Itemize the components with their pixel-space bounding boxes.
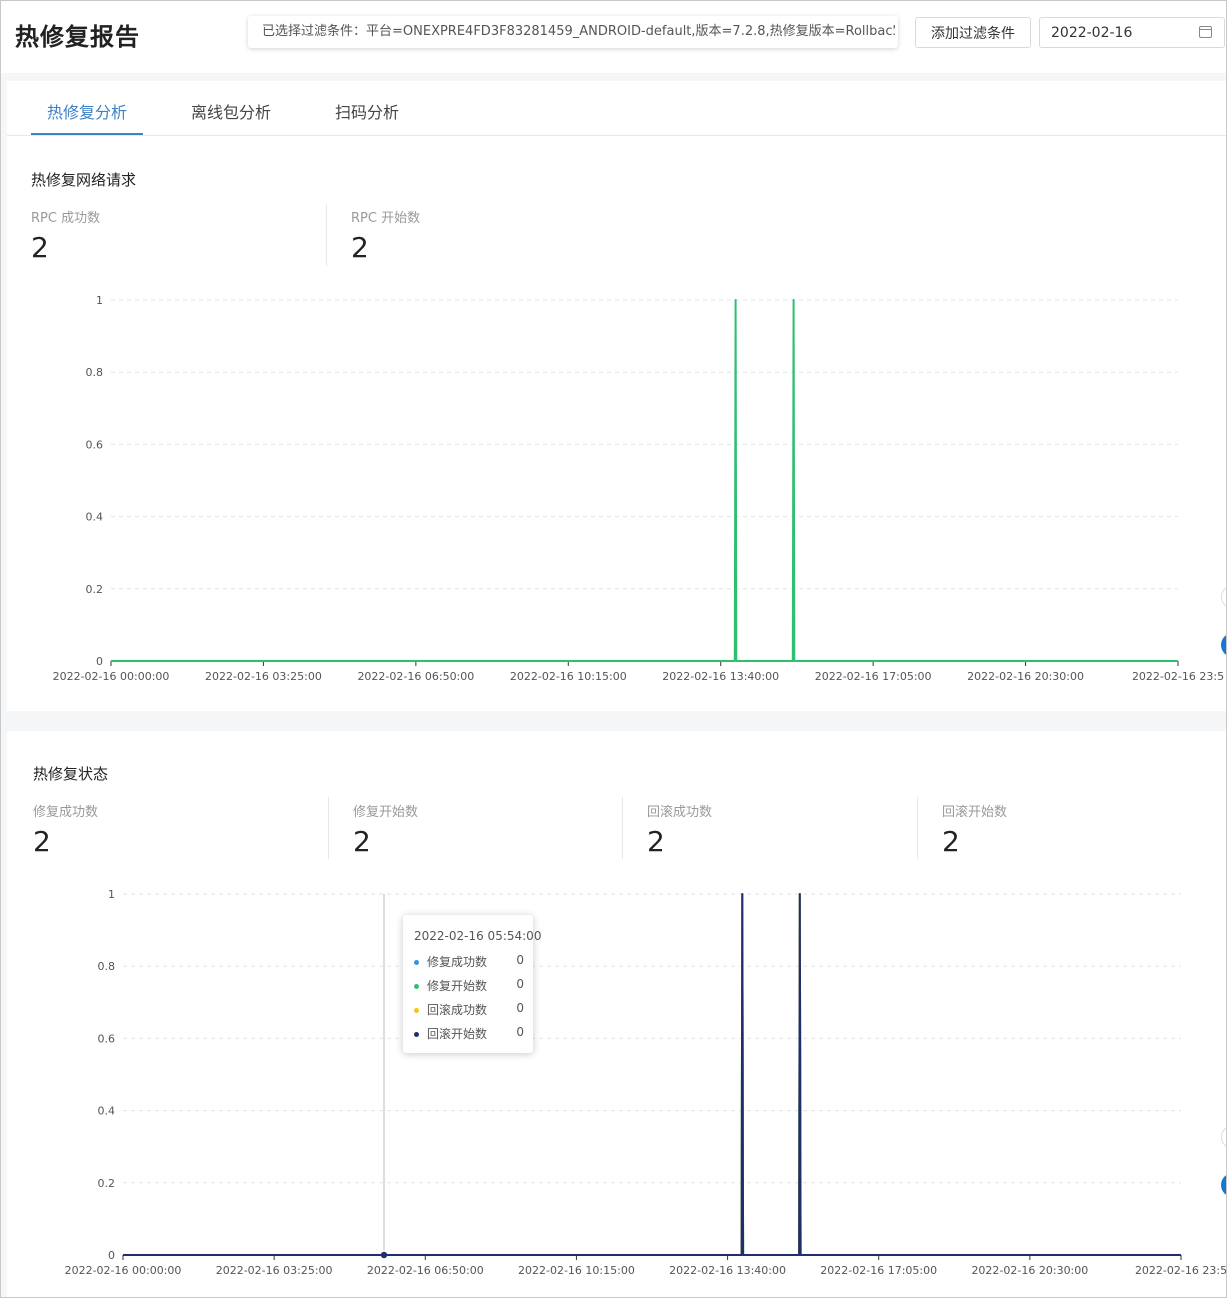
stat-value: 2 [33, 825, 51, 858]
tooltip-series-name: 修复成功数 [427, 955, 488, 969]
stat-value: 2 [942, 825, 960, 858]
add-filter-button[interactable]: 添加过滤条件 [915, 17, 1031, 48]
network-request-panel: 热修复分析 离线包分析 扫码分析 热修复网络请求 RPC 成功数 2 RPC 开… [7, 81, 1226, 711]
stat-value: 2 [353, 825, 371, 858]
tooltip-row: 回滚成功数 0 [414, 1001, 524, 1021]
stat-divider [326, 204, 327, 266]
tooltip-time: 2022-02-16 05:54:00 [414, 929, 542, 943]
analysis-tabs: 热修复分析 离线包分析 扫码分析 [7, 81, 1226, 136]
tooltip-series-name: 修复开始数 [427, 979, 488, 993]
stat-label: 修复开始数 [353, 805, 419, 820]
status-section-title: 热修复状态 [33, 765, 109, 783]
stat-label: 回滚成功数 [647, 805, 713, 820]
series-dot [414, 984, 419, 989]
tab-offline-package-analysis[interactable]: 离线包分析 [191, 99, 271, 123]
tooltip-series-value: 0 [516, 1001, 524, 1015]
series-dot [414, 1032, 419, 1037]
tooltip-series-value: 0 [516, 1025, 524, 1039]
app-frame: 热修复报告 已选择过滤条件：平台=ONEXPRE4FD3F83281459_AN… [0, 0, 1227, 1298]
tab-hotfix-analysis[interactable]: 热修复分析 [47, 99, 127, 123]
stat-value: 2 [647, 825, 665, 858]
tooltip-series-name: 回滚成功数 [427, 1003, 488, 1017]
tooltip-row: 回滚开始数 0 [414, 1025, 524, 1045]
calendar-icon[interactable] [1199, 26, 1212, 38]
stat-label: 修复成功数 [33, 805, 99, 820]
chart-tooltip: 2022-02-16 05:54:00 修复成功数 0 修复开始数 0 回滚成功… [403, 915, 541, 1053]
network-section-title: 热修复网络请求 [31, 171, 137, 189]
tooltip-row: 修复成功数 0 [414, 953, 524, 973]
series-dot [414, 1008, 419, 1013]
tooltip-row: 修复开始数 0 [414, 977, 524, 997]
page-title: 热修复报告 [15, 23, 140, 51]
stat-label: 回滚开始数 [942, 805, 1008, 820]
stat-label: RPC 开始数 [351, 211, 421, 226]
stat-label: RPC 成功数 [31, 211, 101, 226]
stat-divider [622, 797, 623, 859]
series-dot [414, 960, 419, 965]
tooltip-series-value: 0 [516, 953, 524, 967]
page-header: 热修复报告 已选择过滤条件：平台=ONEXPRE4FD3F83281459_AN… [1, 1, 1226, 73]
tab-scan-analysis[interactable]: 扫码分析 [335, 99, 399, 123]
tooltip-series-name: 回滚开始数 [427, 1027, 488, 1041]
selected-filters-popover: 已选择过滤条件：平台=ONEXPRE4FD3F83281459_ANDROID-… [248, 16, 898, 48]
date-picker[interactable] [1039, 17, 1225, 48]
active-tab-indicator [31, 133, 143, 135]
stat-divider [917, 797, 918, 859]
stat-value: 2 [351, 231, 369, 264]
stat-divider [328, 797, 329, 859]
date-input[interactable] [1040, 18, 1190, 47]
hotfix-status-panel: 热修复状态 修复成功数 2 修复开始数 2 回滚成功数 2 回滚开始数 2 [7, 731, 1226, 1297]
stat-value: 2 [31, 231, 49, 264]
tooltip-series-value: 0 [516, 977, 524, 991]
